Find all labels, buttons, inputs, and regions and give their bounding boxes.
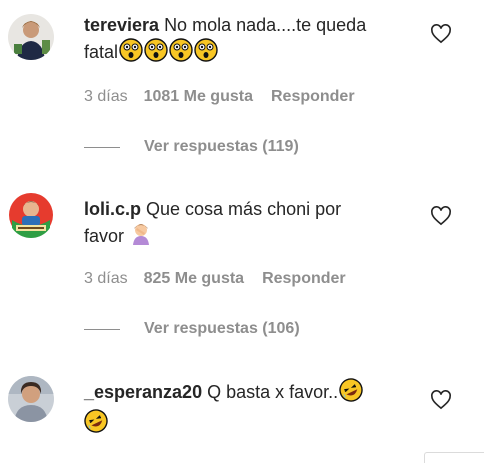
comment-text: Que cosa más choni por xyxy=(146,199,342,219)
comment-age[interactable]: 3 días xyxy=(84,88,128,106)
comment-text-continued: favor xyxy=(84,226,125,246)
comment-meta: 3 días 825 Me gusta Responder xyxy=(84,270,346,288)
avatar-tereviera[interactable] xyxy=(8,14,54,60)
comment-text: Q basta x favor.. xyxy=(207,382,339,402)
reply-button[interactable]: Responder xyxy=(262,270,346,288)
rolling-on-floor-laughing-emoji-icon xyxy=(84,409,108,440)
avatar-loli-c-p[interactable] xyxy=(8,192,54,238)
replies-divider-line xyxy=(84,328,120,330)
like-heart-icon[interactable] xyxy=(430,390,452,410)
dizzy-face-emoji-icon xyxy=(119,38,219,69)
comment-username[interactable]: loli.c.p xyxy=(84,199,141,219)
comment-likes[interactable]: 1081 Me gusta xyxy=(144,88,253,106)
view-replies-label: Ver respuestas (106) xyxy=(144,320,300,337)
comment-text-block: loli.c.p Que cosa más choni por favor xyxy=(84,196,394,253)
comment-username[interactable]: _esperanza20 xyxy=(84,382,202,402)
comment-likes[interactable]: 825 Me gusta xyxy=(144,270,244,288)
view-replies-label: Ver respuestas (119) xyxy=(144,138,299,155)
comment-input-edge xyxy=(424,452,484,463)
reply-button[interactable]: Responder xyxy=(271,88,355,106)
replies-divider-line xyxy=(84,146,120,148)
person-facepalming-emoji-icon xyxy=(130,222,152,253)
comment-text: No mola nada....te queda xyxy=(164,15,367,35)
comment-text-block: _esperanza20 Q basta x favor.. xyxy=(84,378,394,440)
view-replies-button[interactable]: Ver respuestas (119) xyxy=(84,138,299,156)
view-replies-button[interactable]: Ver respuestas (106) xyxy=(84,320,300,338)
comment-text-continued: fatal xyxy=(84,42,119,62)
avatar-esperanza20[interactable] xyxy=(8,376,54,422)
comment-age[interactable]: 3 días xyxy=(84,270,128,288)
comment-meta: 3 días 1081 Me gusta Responder xyxy=(84,88,355,106)
rolling-on-floor-laughing-emoji-icon xyxy=(339,378,363,409)
comment-text-block: tereviera No mola nada....te queda fatal xyxy=(84,12,394,69)
comment-username[interactable]: tereviera xyxy=(84,15,159,35)
like-heart-icon[interactable] xyxy=(430,206,452,226)
like-heart-icon[interactable] xyxy=(430,24,452,44)
